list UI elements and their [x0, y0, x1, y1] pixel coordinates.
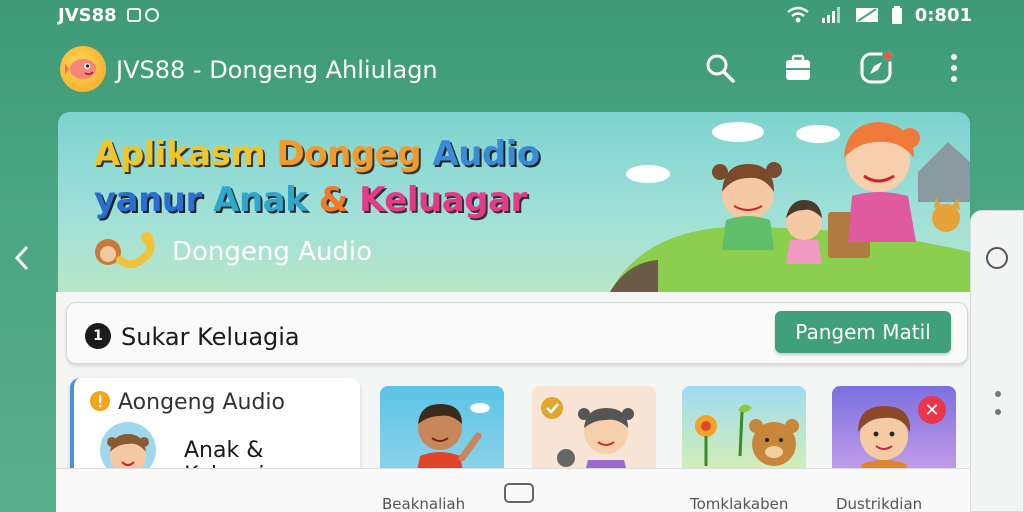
home-circle-button[interactable]: [986, 247, 1008, 269]
notification-icons: [126, 8, 159, 22]
close-icon[interactable]: ✕: [918, 396, 946, 424]
app-title: JVS88 - Dongeng Ahliulagn: [116, 56, 438, 84]
story-thumbnail[interactable]: ✕: [832, 386, 956, 476]
notification-badge: [882, 50, 894, 62]
girl-with-cat-icon: [541, 397, 634, 476]
category-number-icon: 1: [85, 323, 111, 349]
home-square-icon[interactable]: [504, 483, 534, 503]
banner-word: Anak: [213, 180, 308, 220]
banner-headline-line2: yanur Anak & Keluagar: [94, 180, 527, 220]
app-logo[interactable]: [60, 46, 106, 92]
no-sim-icon: [855, 8, 878, 22]
more-vert-icon: [951, 54, 957, 82]
hero-banner[interactable]: Aplikasm Dongeg Audio yanur Anak & Kelua…: [58, 112, 970, 292]
app-notification-icon: [126, 8, 141, 22]
monkey-mascot-icon: [95, 232, 155, 269]
nav-item-recent[interactable]: Tomklakaben: [690, 495, 788, 512]
briefcase-icon: [786, 54, 810, 80]
banner-word: Dongeg: [276, 134, 422, 174]
side-more-button[interactable]: [995, 391, 1001, 415]
story-thumbnail[interactable]: [532, 386, 656, 476]
boy-waving-icon: [416, 403, 490, 476]
library-button[interactable]: [778, 48, 818, 88]
settings-notification-icon: [144, 8, 159, 22]
battery-icon: [891, 6, 902, 24]
warning-icon: [90, 391, 110, 411]
signal-icon: [821, 7, 840, 23]
back-button[interactable]: [10, 238, 34, 278]
status-right: 0:801: [786, 4, 972, 26]
banner-word: Keluagar: [359, 180, 527, 220]
carrier-label: JVS88: [58, 4, 117, 26]
dot: [995, 409, 1001, 415]
cat-character: [932, 198, 960, 232]
category-label: Sukar Keluagia: [121, 323, 300, 351]
more-options-button[interactable]: [934, 48, 974, 88]
search-icon: [706, 54, 735, 83]
side-panel: [970, 210, 1024, 512]
banner-subtitle: Dongeng Audio: [172, 237, 373, 267]
clock: 0:801: [914, 4, 972, 26]
category-action-button[interactable]: Pangem Matil: [775, 311, 951, 353]
wifi-icon: [786, 6, 809, 23]
search-button[interactable]: [700, 48, 740, 88]
app-bar: JVS88 - Dongeng Ahliulagn: [0, 38, 1024, 100]
status-left: JVS88: [58, 5, 159, 26]
nav-item-bookmarks[interactable]: Beaknaliah: [382, 495, 465, 512]
bottom-navigation: Beaknaliah Tomklakaben Dustrikdian: [56, 468, 970, 512]
story-thumbnail[interactable]: [682, 386, 806, 476]
bear-and-flower-icon: [695, 404, 799, 466]
dot: [995, 391, 1001, 397]
feature-card-title: Aongeng Audio: [118, 390, 285, 415]
nav-item-distribution[interactable]: Dustrikdian: [836, 495, 922, 512]
category-bar: 1 Sukar Keluagia Pangem Matil: [66, 302, 968, 364]
story-thumbnail[interactable]: [380, 386, 504, 476]
fish-mascot-icon: [65, 59, 96, 79]
banner-word: Aplikasm: [94, 134, 266, 174]
banner-word: Audio: [432, 134, 540, 174]
banner-headline-line1: Aplikasm Dongeg Audio: [94, 134, 540, 174]
explore-button[interactable]: [856, 48, 896, 88]
banner-word: yanur: [94, 180, 202, 220]
chevron-left-icon: [14, 245, 29, 271]
status-bar: JVS88 0:801: [0, 0, 1024, 30]
feature-card[interactable]: Aongeng Audio Anak & Keluagia: [70, 378, 360, 478]
mother-character: [844, 122, 920, 242]
baby-character: [786, 200, 822, 264]
app-actions: [700, 48, 974, 88]
banner-word: &: [318, 180, 349, 220]
